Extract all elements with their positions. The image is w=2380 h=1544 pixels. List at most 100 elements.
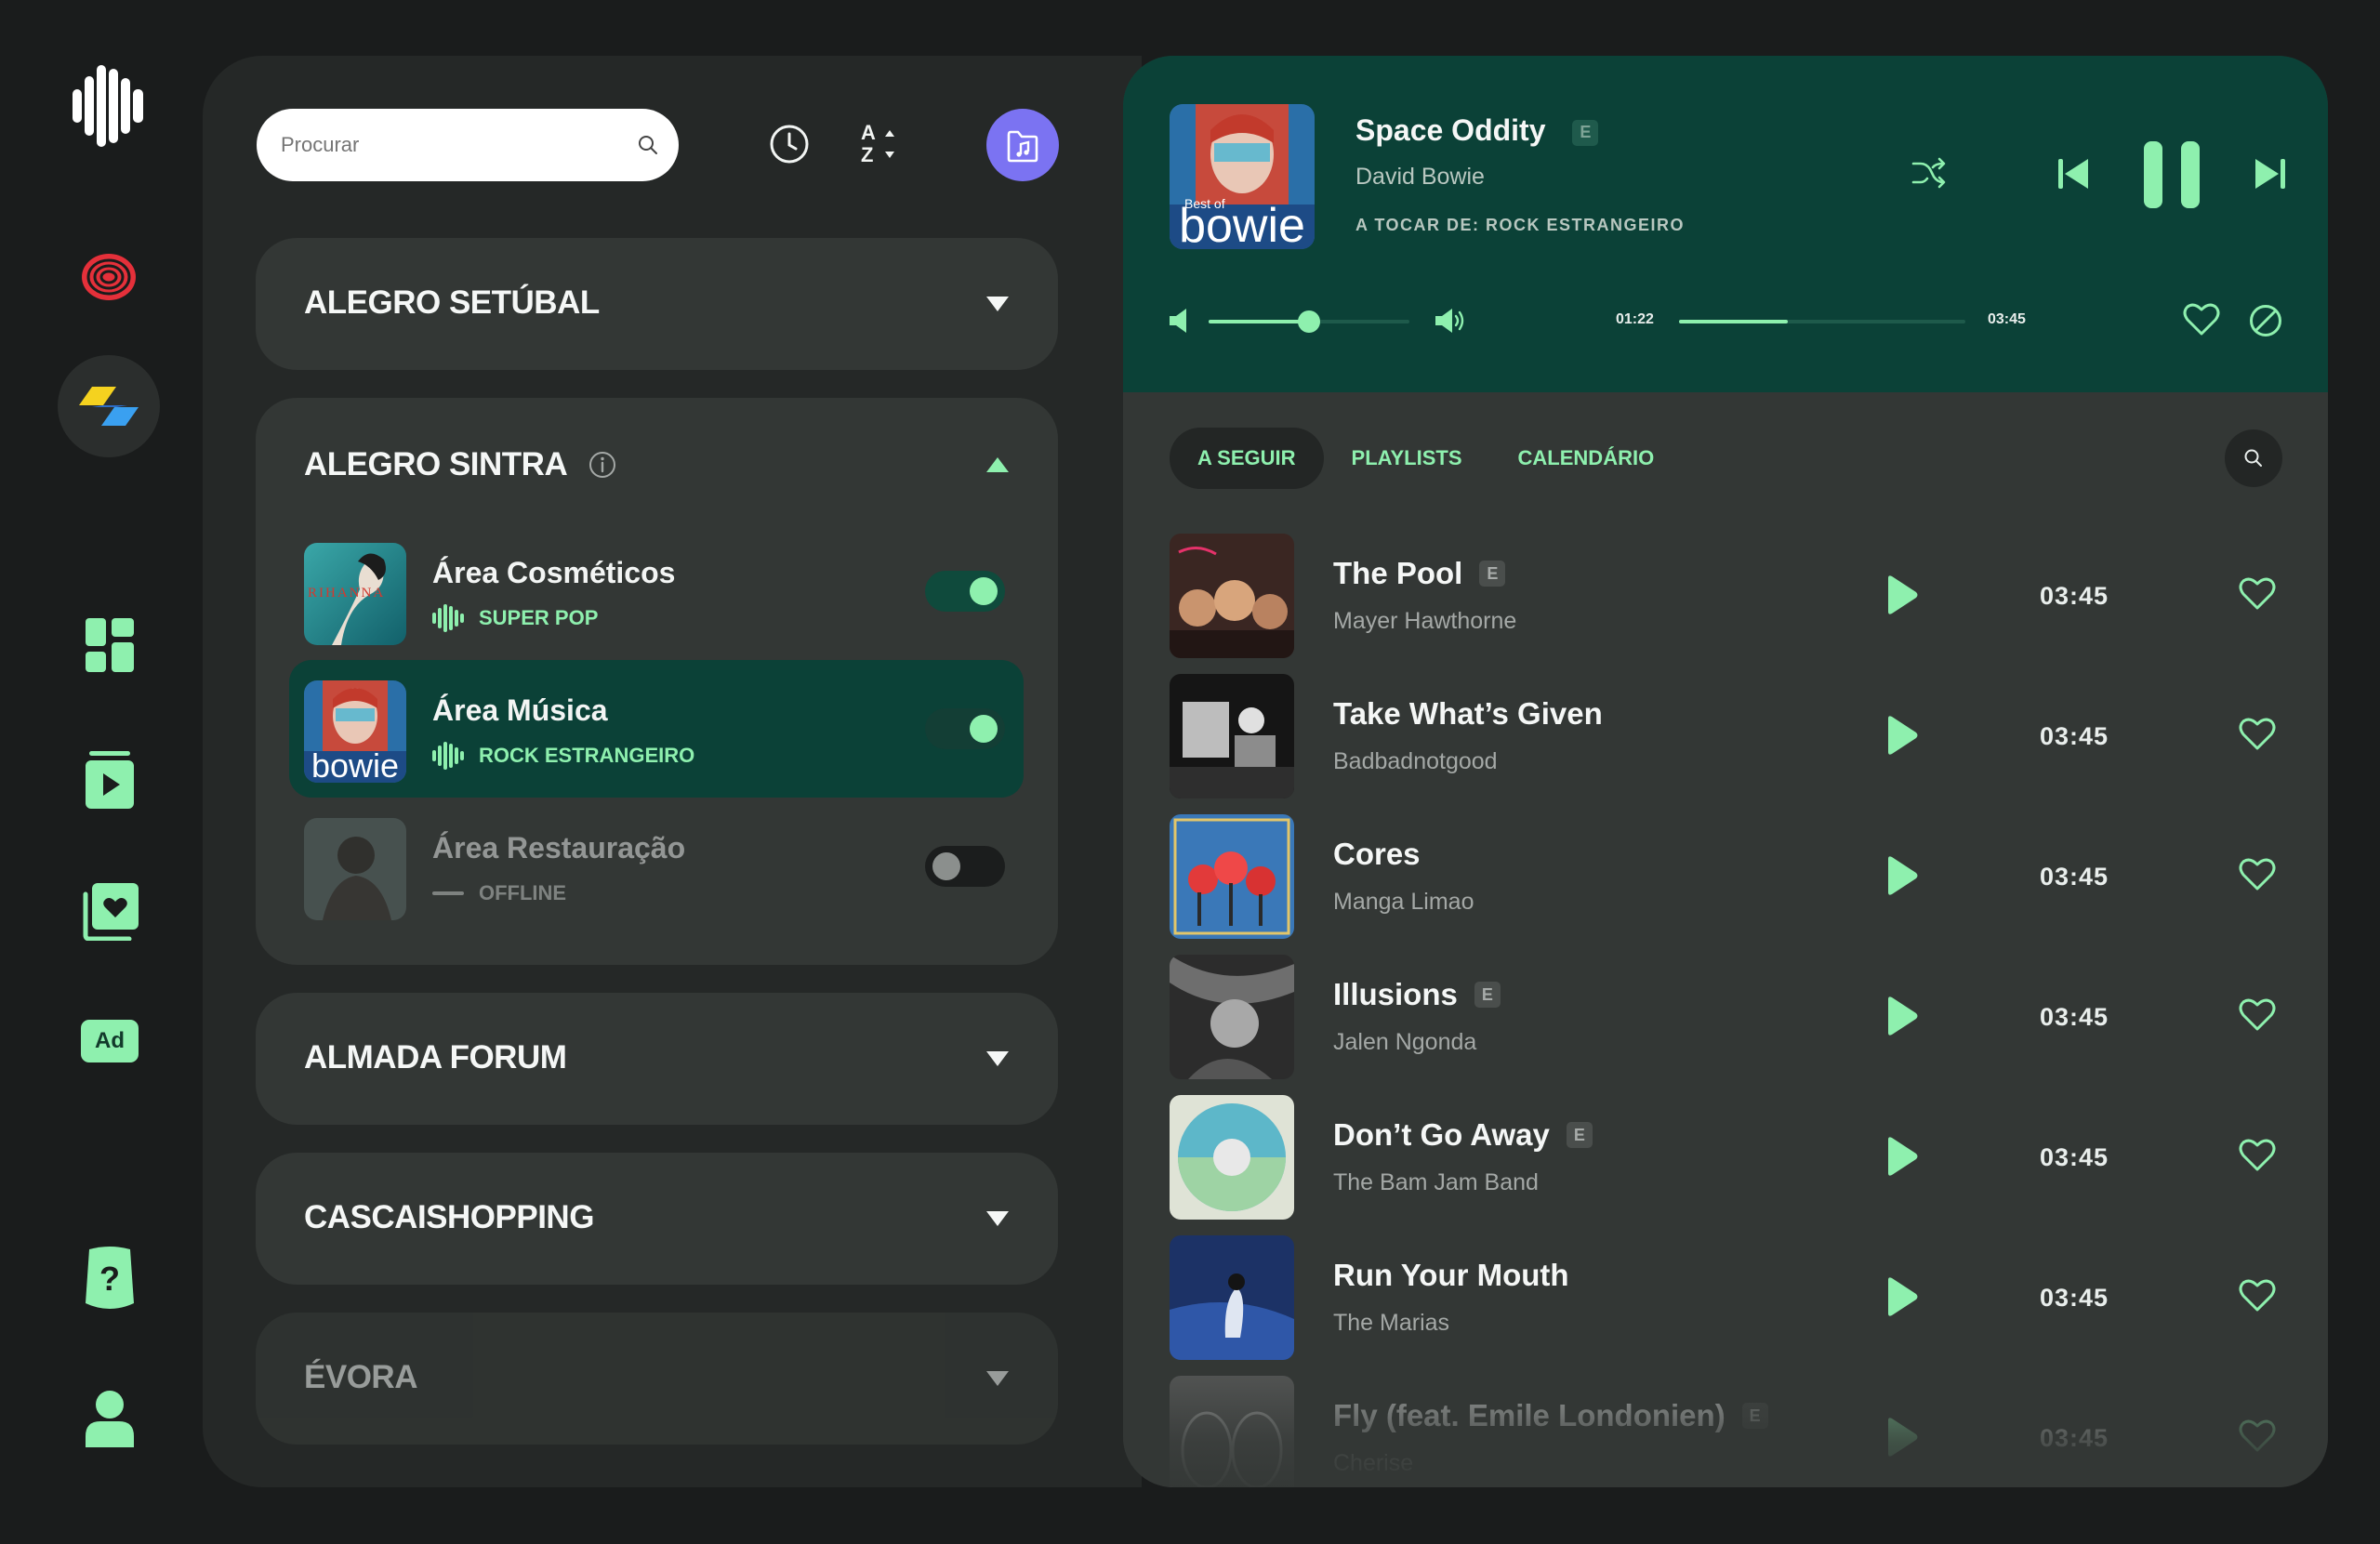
- heart-icon[interactable]: [2239, 718, 2276, 751]
- song-artist: Manga Limao: [1333, 889, 1474, 915]
- player-icon[interactable]: [84, 751, 136, 809]
- search-field[interactable]: [257, 109, 679, 181]
- song-artist: Mayer Hawthorne: [1333, 608, 1517, 634]
- volume-up-icon[interactable]: [1435, 309, 1465, 333]
- elapsed-time: 01:22: [1616, 311, 1654, 327]
- queue-item[interactable]: The Pool E Mayer Hawthorne 03:45: [1170, 534, 2285, 658]
- search-input[interactable]: [281, 109, 615, 181]
- tab-playlists[interactable]: PLAYLISTS: [1324, 428, 1490, 489]
- heart-icon[interactable]: [2239, 1419, 2276, 1453]
- volume-knob[interactable]: [1298, 310, 1320, 333]
- play-icon[interactable]: [1885, 574, 1919, 615]
- queue-search-button[interactable]: [2225, 429, 2282, 487]
- area-row-musica[interactable]: bowie Área Música ROCK ESTRANGEIRO: [289, 660, 1024, 798]
- play-icon[interactable]: [1885, 1136, 1919, 1177]
- play-icon[interactable]: [1885, 855, 1919, 896]
- area-genre-label: OFFLINE: [479, 881, 567, 904]
- song-title-text: The Pool: [1333, 556, 1463, 590]
- queue-item[interactable]: Fly (feat. Emile Londonien) E Cherise 03…: [1170, 1376, 2285, 1487]
- play-icon[interactable]: [1885, 1417, 1919, 1458]
- previous-track-icon[interactable]: [2058, 158, 2088, 190]
- heart-icon[interactable]: [2239, 998, 2276, 1032]
- song-title: Illusions E: [1333, 977, 1501, 1012]
- chevron-up-icon[interactable]: [985, 455, 1010, 474]
- soundwave-icon: [432, 604, 464, 632]
- alegro-brand-icon[interactable]: [78, 381, 139, 431]
- sort-a-label: A: [861, 121, 876, 144]
- pause-icon[interactable]: [2142, 141, 2202, 208]
- song-duration: 03:45: [2040, 1424, 2109, 1452]
- play-icon[interactable]: [1885, 1276, 1919, 1317]
- play-icon[interactable]: [1885, 996, 1919, 1036]
- explicit-badge: E: [1572, 119, 1599, 146]
- area-toggle[interactable]: [925, 708, 1005, 749]
- store-name: ALEGRO SINTRA: [304, 446, 568, 482]
- volume-fill: [1209, 320, 1309, 323]
- now-playing-artist: David Bowie: [1355, 164, 1485, 190]
- store-card-almada-forum[interactable]: ALMADA FORUM: [256, 993, 1058, 1125]
- area-name: Área Música: [432, 693, 608, 727]
- heart-icon[interactable]: [2239, 1279, 2276, 1313]
- area-toggle[interactable]: [925, 571, 1005, 612]
- area-row-restauracao[interactable]: Área Restauração OFFLINE: [289, 798, 1024, 935]
- song-cover: [1170, 955, 1294, 1079]
- chevron-down-icon: [986, 1211, 1009, 1226]
- help-icon[interactable]: ?: [82, 1246, 138, 1313]
- queue-tabs: A SEGUIR PLAYLISTS CALENDÁRIO: [1170, 428, 1682, 489]
- volume-slider[interactable]: [1209, 310, 1409, 333]
- history-icon[interactable]: [768, 123, 811, 165]
- volume-mute-icon[interactable]: [1170, 309, 1190, 333]
- svg-text:RIHANNA: RIHANNA: [308, 586, 385, 600]
- user-profile-icon[interactable]: [84, 1389, 136, 1448]
- song-artist: The Marias: [1333, 1310, 1450, 1336]
- queue-item[interactable]: Take What’s Given Badbadnotgood 03:45: [1170, 674, 2285, 798]
- queue-item[interactable]: Run Your Mouth The Marias 03:45: [1170, 1235, 2285, 1360]
- block-track-icon[interactable]: [2248, 303, 2283, 338]
- song-artist: Cherise: [1333, 1450, 1414, 1476]
- store-card-alegro-sintra: ALEGRO SINTRA RIHANNA Área Cosméticos SU…: [256, 398, 1058, 965]
- area-genre: OFFLINE: [432, 879, 566, 907]
- info-icon[interactable]: [588, 450, 617, 480]
- store-name: ÉVORA: [304, 1359, 417, 1395]
- area-row-cosmeticos[interactable]: RIHANNA Área Cosméticos SUPER POP: [289, 522, 1024, 660]
- ads-icon[interactable]: Ad: [80, 1019, 139, 1063]
- like-heart-icon[interactable]: [2183, 303, 2220, 337]
- music-library-button[interactable]: [986, 109, 1059, 181]
- queue-item[interactable]: Illusions E Jalen Ngonda 03:45: [1170, 955, 2285, 1079]
- area-genre-label: SUPER POP: [479, 606, 599, 629]
- explicit-badge: E: [1474, 982, 1501, 1008]
- now-playing-source: A TOCAR DE: ROCK ESTRANGEIRO: [1355, 216, 1686, 234]
- tab-calendario[interactable]: CALENDÁRIO: [1490, 428, 1683, 489]
- queue-item[interactable]: Don’t Go Away E The Bam Jam Band 03:45: [1170, 1095, 2285, 1220]
- progress-slider[interactable]: [1679, 320, 1965, 323]
- store-card-cascaishopping[interactable]: CASCAISHOPPING: [256, 1153, 1058, 1285]
- heart-icon[interactable]: [2239, 1139, 2276, 1172]
- toggle-knob: [970, 577, 998, 605]
- song-title-text: Fly (feat. Emile Londonien): [1333, 1398, 1726, 1432]
- tab-a-seguir[interactable]: A SEGUIR: [1170, 428, 1324, 489]
- progress-fill: [1679, 320, 1789, 323]
- heart-icon[interactable]: [2239, 577, 2276, 611]
- logo-icon: [71, 61, 147, 151]
- song-title: Run Your Mouth: [1333, 1258, 1569, 1293]
- shuffle-icon[interactable]: [1911, 156, 1949, 190]
- play-icon[interactable]: [1885, 715, 1919, 756]
- area-toggle[interactable]: [925, 846, 1005, 887]
- store-card-evora[interactable]: ÉVORA: [256, 1313, 1058, 1445]
- song-cover: [1170, 1235, 1294, 1360]
- red-brand-icon[interactable]: [78, 251, 139, 303]
- song-cover: [1170, 814, 1294, 939]
- song-cover: [1170, 1376, 1294, 1487]
- sort-az-button[interactable]: A Z: [857, 121, 902, 167]
- next-track-icon[interactable]: [2255, 158, 2285, 190]
- heart-icon[interactable]: [2239, 858, 2276, 891]
- dashboard-icon[interactable]: [84, 618, 136, 672]
- now-playing-title: Space Oddity E: [1355, 113, 1599, 148]
- queue-item[interactable]: Cores Manga Limao 03:45: [1170, 814, 2285, 939]
- song-title-text: Illusions: [1333, 977, 1458, 1011]
- store-card-alegro-setubal[interactable]: ALEGRO SETÚBAL: [256, 238, 1058, 370]
- favorites-playlist-icon[interactable]: [82, 883, 139, 941]
- now-playing: Best of bowie Space Oddity E David Bowie…: [1123, 56, 2328, 392]
- song-duration: 03:45: [2040, 722, 2109, 750]
- song-title-text: Take What’s Given: [1333, 696, 1603, 731]
